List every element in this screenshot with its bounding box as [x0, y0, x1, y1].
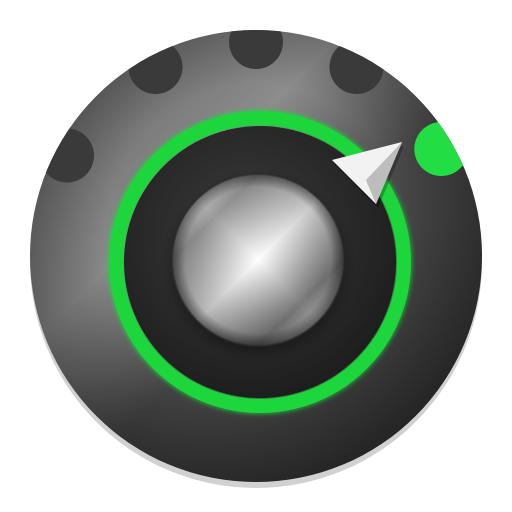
- knob-face[interactable]: [171, 173, 345, 347]
- level-dot: [40, 128, 94, 183]
- level-dot: [128, 40, 183, 94]
- level-dot: [229, 30, 283, 69]
- volume-knob-icon[interactable]: [0, 0, 512, 512]
- app-icon-stage: [0, 0, 512, 512]
- level-dot-active: [414, 122, 469, 176]
- level-dot: [329, 40, 384, 94]
